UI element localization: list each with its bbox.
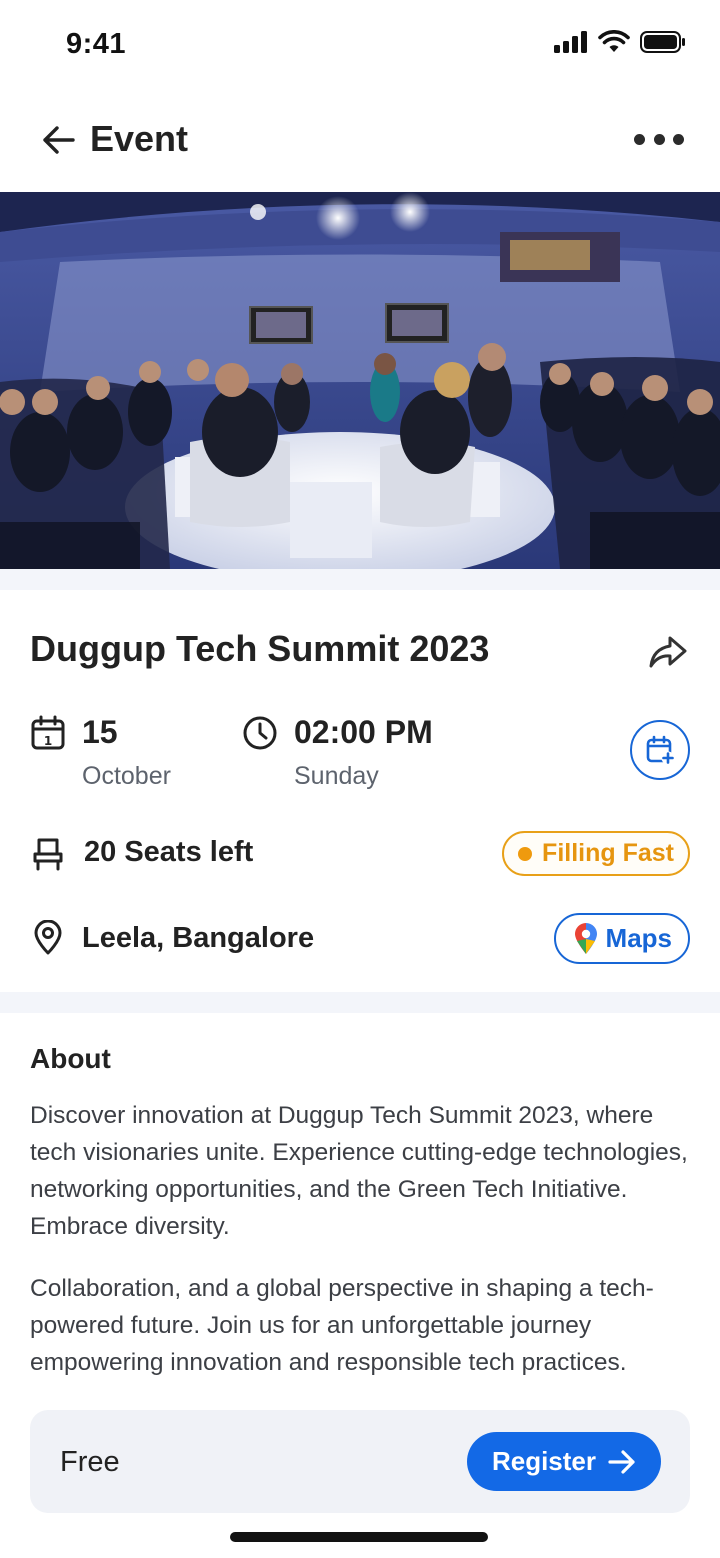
share-button[interactable] — [646, 632, 690, 672]
battery-icon — [640, 31, 685, 53]
status-badge: Filling Fast — [502, 831, 690, 876]
register-button-label: Register — [491, 1446, 597, 1476]
event-month: October — [82, 762, 171, 790]
event-details-card: Duggup Tech Summit 2023 1 15 October 02:… — [0, 590, 720, 992]
status-icons — [554, 30, 686, 54]
wifi-icon — [598, 30, 630, 52]
calendar-add-icon — [646, 735, 675, 765]
more-icon-dot — [653, 133, 665, 145]
event-weekday: Sunday — [294, 762, 379, 790]
location-pin-icon — [34, 920, 62, 955]
app-header: Event — [0, 100, 720, 182]
status-time: 9:41 — [66, 28, 127, 60]
seats-left-text: 20 Seats left — [84, 836, 254, 868]
section-divider — [0, 992, 720, 1013]
arrow-right-icon — [608, 1449, 635, 1474]
event-hero-image — [0, 192, 720, 569]
status-bar: 9:41 — [0, 0, 720, 90]
maps-button-label: Maps — [605, 923, 672, 953]
share-icon — [649, 636, 687, 668]
event-title: Duggup Tech Summit 2023 — [30, 628, 490, 669]
location-text: Leela, Bangalore — [82, 922, 315, 954]
google-maps-icon — [574, 922, 597, 954]
register-button[interactable]: Register — [467, 1432, 661, 1491]
status-dot — [518, 846, 533, 861]
seat-icon — [33, 838, 63, 871]
more-icon-dot — [634, 133, 645, 145]
more-icon-dot — [673, 133, 684, 145]
signal-icon — [554, 31, 587, 53]
section-divider — [0, 569, 720, 590]
panel-discussion-photo — [0, 192, 720, 569]
ticket-price: Free — [60, 1446, 120, 1478]
add-to-calendar-button[interactable] — [630, 720, 690, 780]
home-indicator[interactable] — [230, 1532, 488, 1542]
calendar-icon: 1 — [31, 715, 65, 750]
status-badge-label: Filling Fast — [542, 839, 674, 867]
page-title: Event — [90, 118, 189, 159]
event-day: 15 — [82, 714, 118, 750]
event-time-value: 02:00 PM — [294, 714, 433, 750]
svg-text:1: 1 — [44, 734, 52, 748]
about-paragraph: Discover innovation at Duggup Tech Summi… — [30, 1102, 688, 1240]
bottom-action-bar: Free Register — [30, 1410, 690, 1513]
more-options-button[interactable] — [634, 124, 684, 154]
about-heading: About — [30, 1043, 111, 1074]
about-paragraph: Collaboration, and a global perspective … — [30, 1275, 654, 1376]
back-arrow-icon — [43, 126, 75, 154]
maps-button[interactable]: Maps — [553, 913, 690, 964]
clock-icon — [243, 716, 277, 750]
about-section: About Discover innovation at Duggup Tech… — [0, 1013, 720, 1443]
back-button[interactable] — [38, 120, 78, 160]
